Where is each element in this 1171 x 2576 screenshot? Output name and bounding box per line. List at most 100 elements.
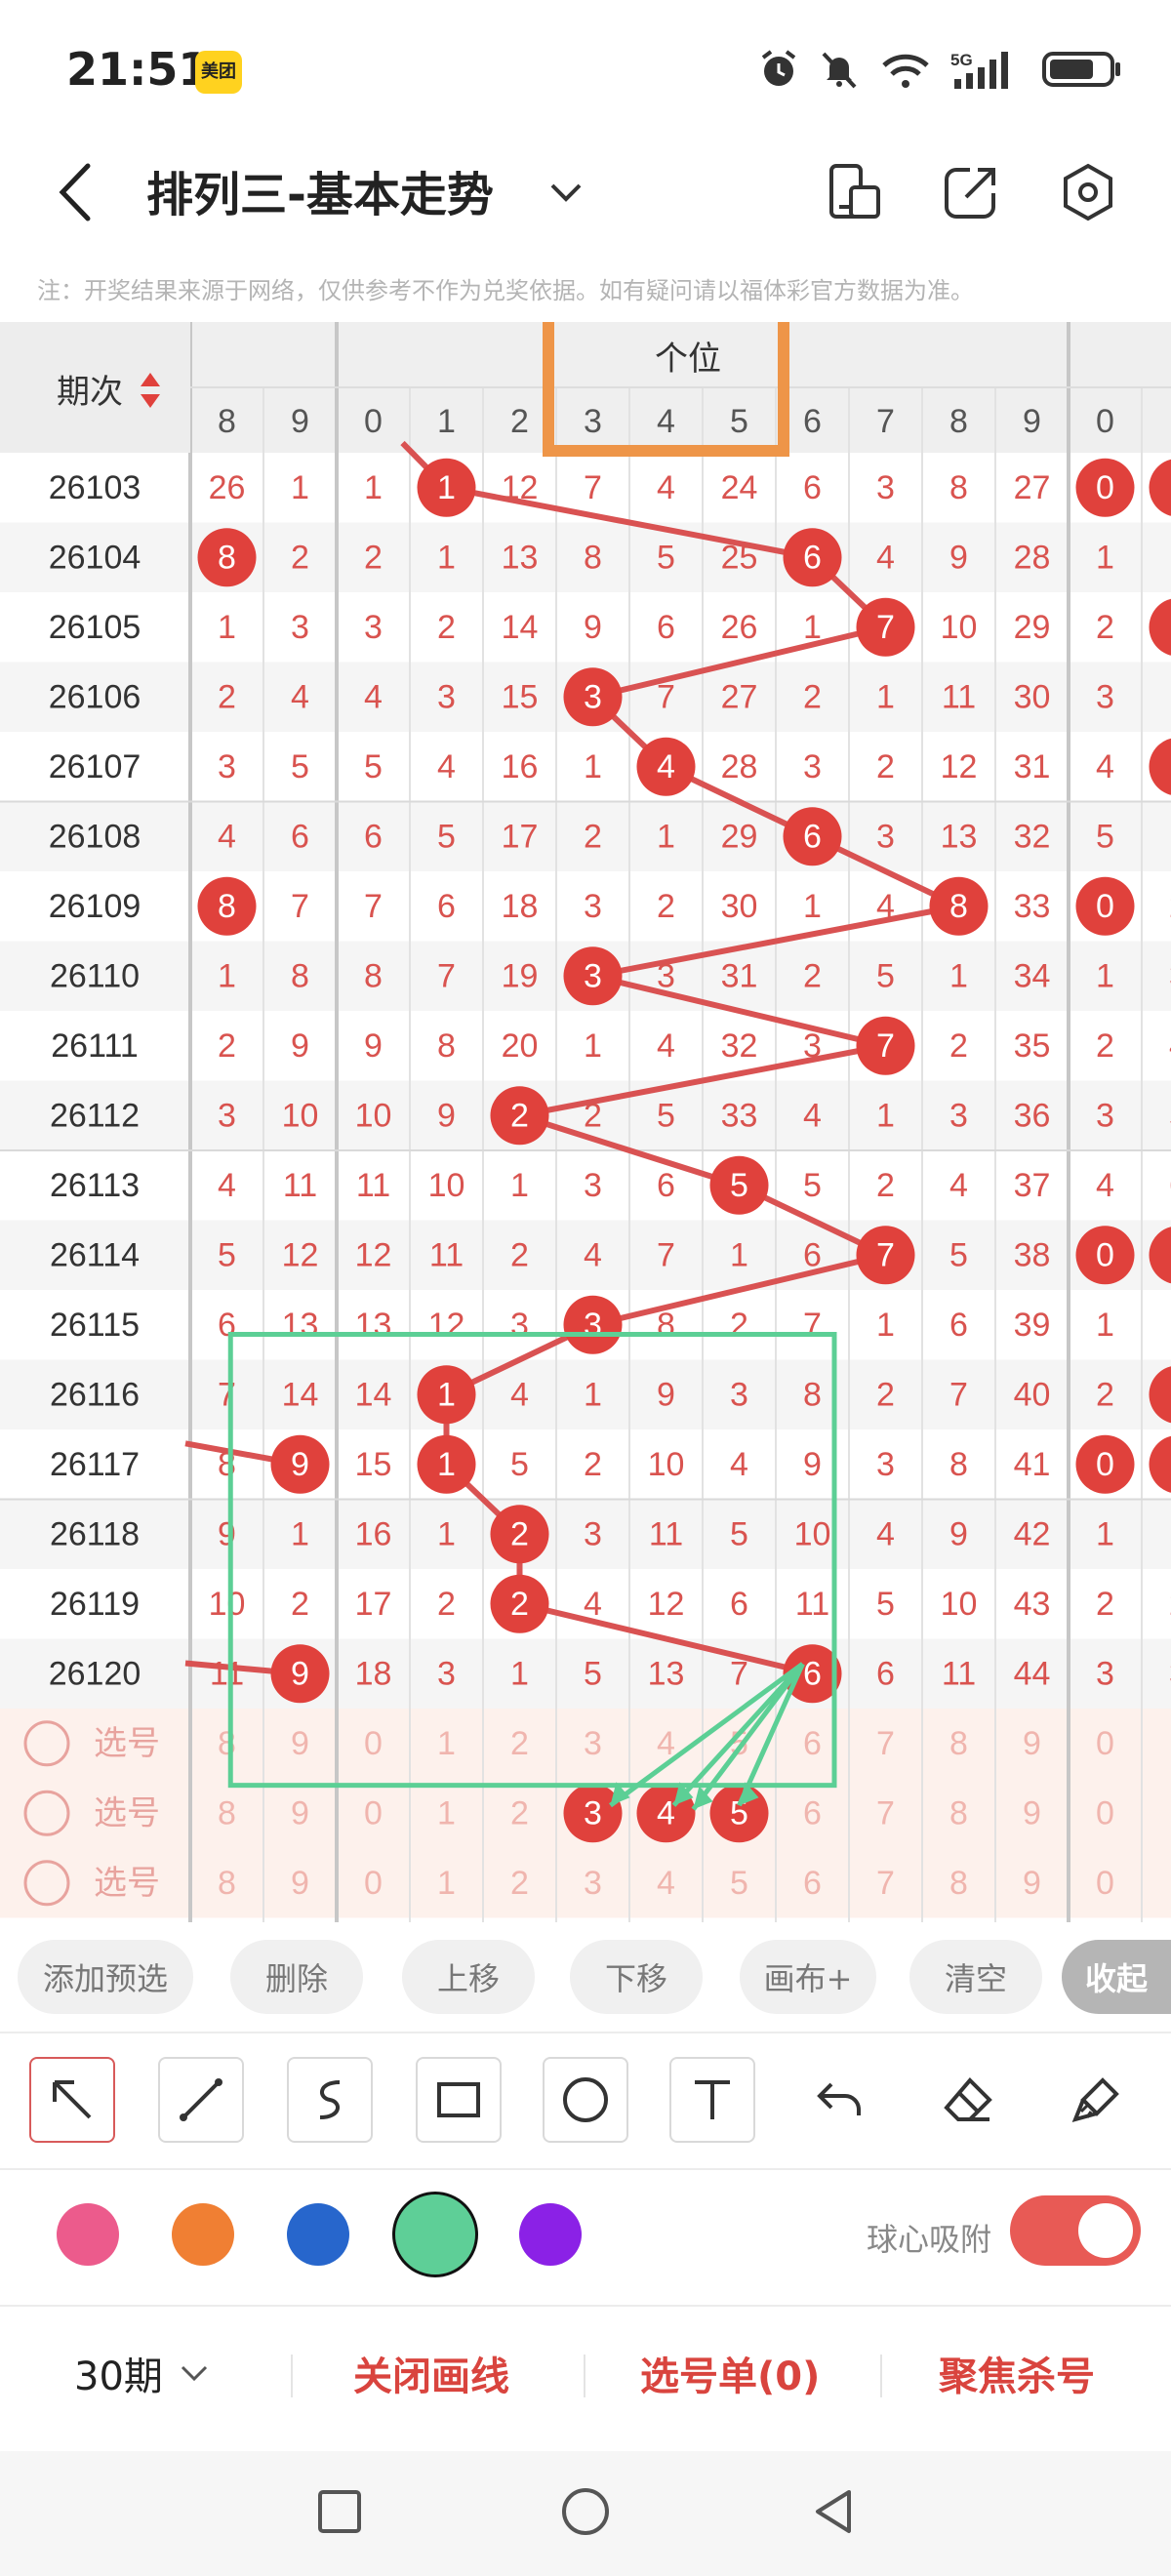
miss-count: 2	[584, 1097, 602, 1134]
miss-count: 7	[803, 1307, 822, 1344]
miss-count: 4	[803, 1097, 822, 1134]
move-down-button[interactable]: 下移	[570, 1940, 703, 2014]
miss-count: 34	[1014, 957, 1051, 994]
miss-count: 7	[657, 1236, 675, 1273]
layout-switch-icon[interactable]	[820, 158, 888, 226]
snap-toggle[interactable]	[1010, 2195, 1141, 2266]
miss-count: 3	[1096, 1097, 1114, 1134]
color-orange-swatch[interactable]	[172, 2203, 234, 2266]
miss-count: 2	[876, 1376, 895, 1413]
select-tool[interactable]	[29, 2057, 115, 2143]
miss-count: 9	[584, 609, 602, 646]
separator	[880, 2355, 882, 2397]
miss-count: 8	[803, 1376, 822, 1413]
eraser-tool[interactable]	[925, 2057, 1011, 2143]
period-number: 26108	[49, 818, 141, 855]
miss-count: 8	[949, 1865, 968, 1902]
miss-count: 2	[803, 678, 822, 715]
miss-count: 10	[209, 1586, 246, 1623]
rectangle-tool[interactable]	[416, 2057, 502, 2143]
move-up-button[interactable]: 上移	[402, 1940, 535, 2014]
miss-count: 14	[282, 1376, 319, 1413]
column-header-digit: 0	[364, 403, 383, 440]
clear-button[interactable]: 清空	[909, 1940, 1042, 2014]
miss-count: 10	[794, 1515, 831, 1552]
miss-count: 12	[941, 748, 978, 785]
line-tool[interactable]	[158, 2057, 244, 2143]
miss-count: 35	[1014, 1027, 1051, 1065]
miss-count: 3	[218, 1097, 236, 1134]
miss-count: 8	[218, 1865, 236, 1902]
canvas-plus-button[interactable]: 画布+	[740, 1940, 876, 2014]
hit-ball-number: 4	[657, 748, 675, 785]
miss-count: 2	[1096, 609, 1114, 646]
chevron-down-icon[interactable]	[546, 172, 586, 211]
miss-count: 18	[355, 1655, 392, 1692]
miss-count: 2	[437, 1586, 456, 1623]
miss-count: 8	[218, 1794, 236, 1831]
miss-count: 30	[721, 888, 758, 925]
curve-tool[interactable]	[287, 2057, 373, 2143]
miss-count: 5	[949, 1236, 968, 1273]
page-title[interactable]: 排列三-基本走势	[146, 156, 494, 224]
add-preselect-button[interactable]: 添加预选	[18, 1940, 193, 2014]
sort-icon[interactable]	[139, 371, 162, 410]
period-column-header[interactable]: 期次	[0, 322, 190, 453]
miss-count: 5	[291, 748, 309, 785]
miss-count: 26	[209, 469, 246, 506]
hit-ball-number: 3	[584, 957, 602, 994]
miss-count: 2	[218, 678, 236, 715]
miss-count: 9	[657, 1376, 675, 1413]
miss-count: 3	[510, 1307, 529, 1344]
brush-tool[interactable]	[1054, 2057, 1140, 2143]
back-icon[interactable]	[49, 158, 107, 226]
delete-button[interactable]: 删除	[230, 1940, 363, 2014]
home-icon[interactable]	[558, 2484, 613, 2539]
undo-tool[interactable]	[796, 2057, 882, 2143]
column-header-digit: 9	[291, 403, 309, 440]
miss-count: 9	[949, 539, 968, 576]
recent-apps-icon[interactable]	[312, 2484, 367, 2539]
miss-count: 9	[803, 1446, 822, 1483]
period-number: 26107	[49, 748, 141, 785]
column-header-digit: 9	[1023, 403, 1041, 440]
color-blue-swatch[interactable]	[287, 2203, 349, 2266]
miss-count: 1	[803, 888, 822, 925]
miss-count: 6	[364, 818, 383, 855]
color-green-swatch-selected[interactable]	[392, 2192, 478, 2277]
miss-count: 3	[949, 1097, 968, 1134]
miss-count: 8	[364, 957, 383, 994]
miss-count: 1	[437, 1515, 456, 1552]
list-action-bar: 添加预选 删除 上移 下移 画布+ 清空 收起	[0, 1930, 1171, 2028]
mute-icon	[822, 52, 857, 89]
share-icon[interactable]	[937, 158, 1005, 226]
period-count-select[interactable]: 30期	[74, 2345, 212, 2401]
ticket-list-button[interactable]: 选号单(0)	[640, 2345, 820, 2401]
settings-icon[interactable]	[1054, 158, 1122, 226]
miss-count: 4	[364, 678, 383, 715]
system-nav-bar	[0, 2451, 1171, 2576]
miss-count: 5	[584, 1655, 602, 1692]
miss-count: 3	[657, 957, 675, 994]
miss-count: 24	[721, 469, 758, 506]
miss-count: 3	[803, 1027, 822, 1065]
miss-count: 9	[291, 1794, 309, 1831]
focus-kill-button[interactable]: 聚焦杀号	[939, 2345, 1095, 2401]
miss-count: 14	[502, 609, 539, 646]
close-drawing-button[interactable]: 关闭画线	[353, 2345, 509, 2401]
period-number: 26110	[50, 957, 140, 994]
miss-count: 16	[502, 748, 539, 785]
miss-count: 6	[291, 818, 309, 855]
color-purple-swatch[interactable]	[519, 2203, 582, 2266]
miss-count: 6	[803, 1865, 822, 1902]
collapse-button[interactable]: 收起	[1062, 1940, 1171, 2014]
column-header-digit: 8	[949, 403, 968, 440]
hit-ball-number: 2	[510, 1586, 529, 1623]
period-number: 26114	[50, 1236, 140, 1273]
circle-tool[interactable]	[543, 2057, 628, 2143]
text-tool[interactable]	[669, 2057, 755, 2143]
miss-count: 7	[437, 957, 456, 994]
back-nav-icon[interactable]	[806, 2484, 861, 2539]
color-pink-swatch[interactable]	[57, 2203, 119, 2266]
miss-count: 11	[795, 1586, 829, 1623]
